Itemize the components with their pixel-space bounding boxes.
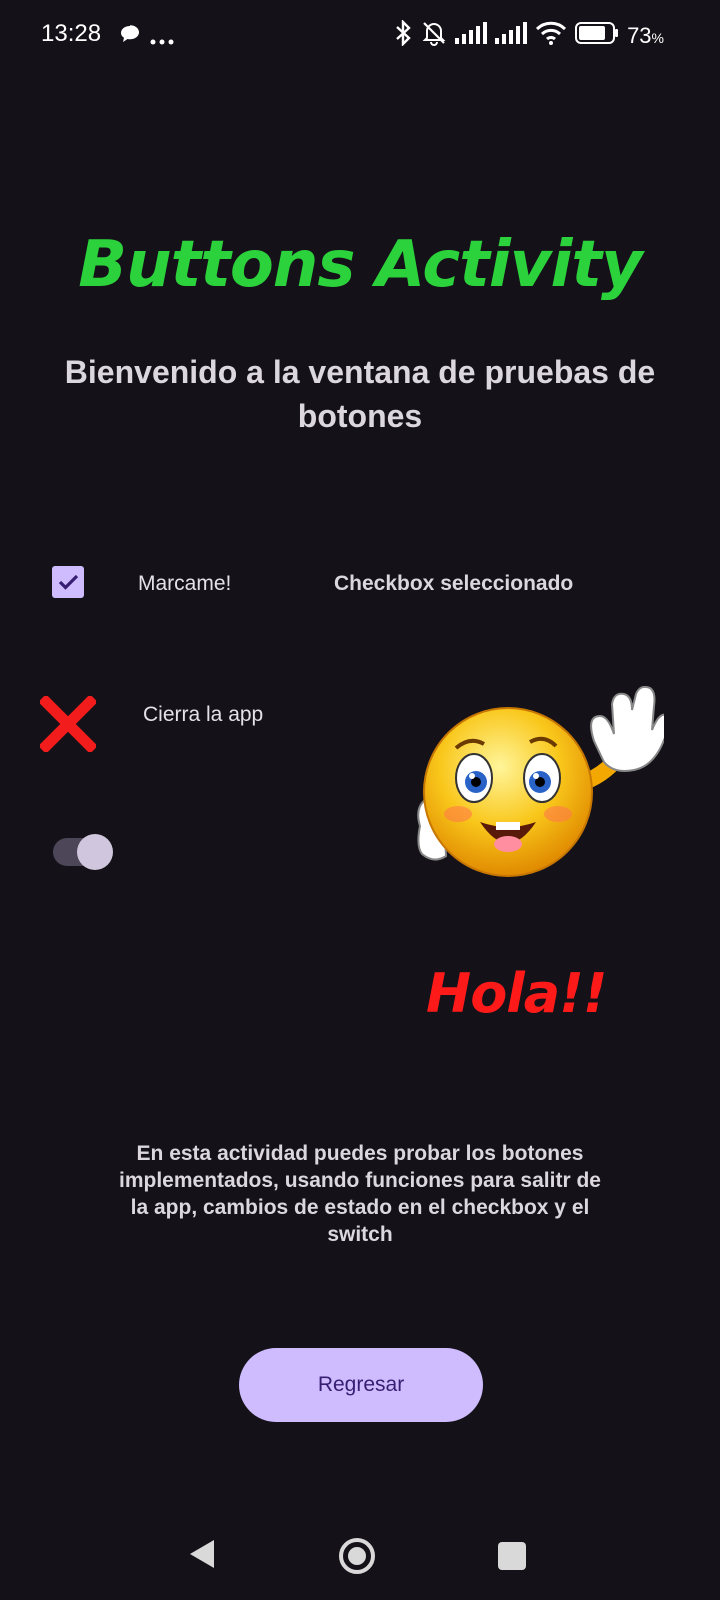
red-x-icon[interactable] (38, 694, 98, 757)
close-app-label: Cierra la app (143, 703, 264, 726)
marcame-checkbox[interactable] (52, 566, 84, 598)
battery-unit: % (651, 29, 664, 46)
more-dots-icon (150, 32, 174, 50)
check-icon (58, 574, 79, 590)
signal-icon (495, 22, 528, 49)
home-icon[interactable] (338, 1537, 376, 1580)
hola-text: Hola!! (426, 962, 607, 1025)
signal-icon (455, 22, 488, 49)
status-time: 13:28 (41, 20, 102, 47)
status-icons: 73% (393, 19, 664, 51)
chat-bubble-icon (120, 25, 140, 48)
battery-percent: 73% (627, 22, 664, 48)
checkbox-label[interactable]: Marcame! (138, 572, 231, 596)
bluetooth-icon (393, 19, 413, 51)
page-title: Buttons Activity (78, 228, 642, 302)
switch-thumb[interactable] (77, 834, 113, 870)
welcome-text: Bienvenido a la ventana de pruebas de bo… (64, 354, 656, 434)
wifi-icon (535, 21, 567, 50)
back-icon[interactable] (188, 1538, 216, 1575)
checkbox-status-text: Checkbox seleccionado (334, 572, 574, 595)
regresar-button[interactable]: Regresar (239, 1348, 483, 1422)
waving-smiley-emoji (414, 685, 671, 901)
recents-icon[interactable] (498, 1542, 526, 1570)
bell-muted-icon (421, 20, 447, 51)
description-text: En esta actividad puedes probar los boto… (119, 1142, 601, 1246)
battery-icon (575, 22, 619, 49)
